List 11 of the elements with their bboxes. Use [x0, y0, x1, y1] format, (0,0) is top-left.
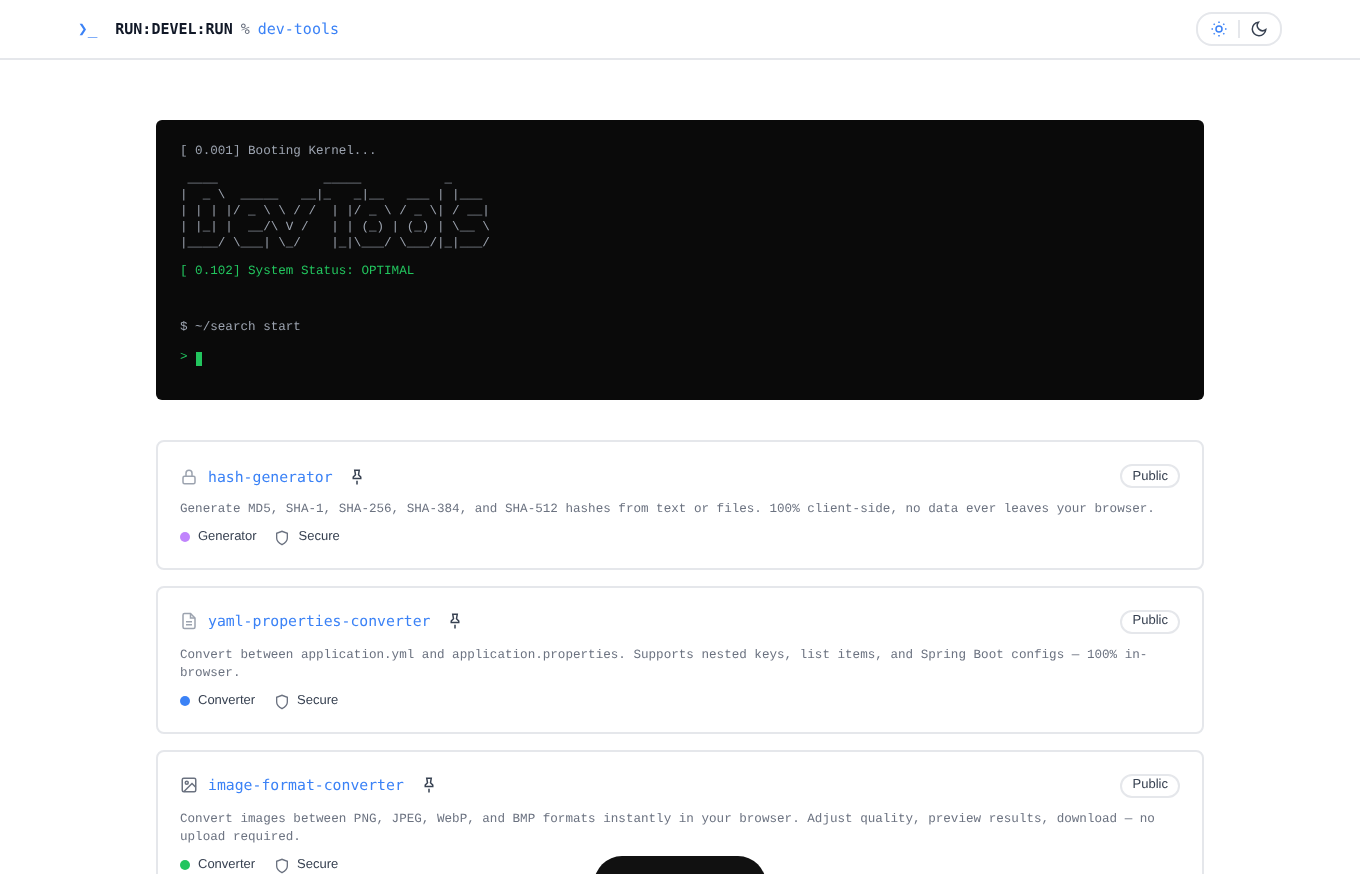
document-icon — [180, 612, 198, 630]
shield-icon — [274, 529, 291, 545]
pin-icon[interactable] — [419, 776, 438, 794]
cursor — [195, 351, 202, 365]
terminal-prompt-icon: ❯_ — [78, 20, 98, 38]
lock-icon — [180, 467, 198, 485]
shield-icon — [273, 693, 290, 709]
image-icon — [180, 776, 198, 794]
shield-icon — [273, 857, 290, 873]
pin-icon[interactable] — [446, 612, 465, 630]
pin-icon[interactable] — [348, 467, 367, 485]
